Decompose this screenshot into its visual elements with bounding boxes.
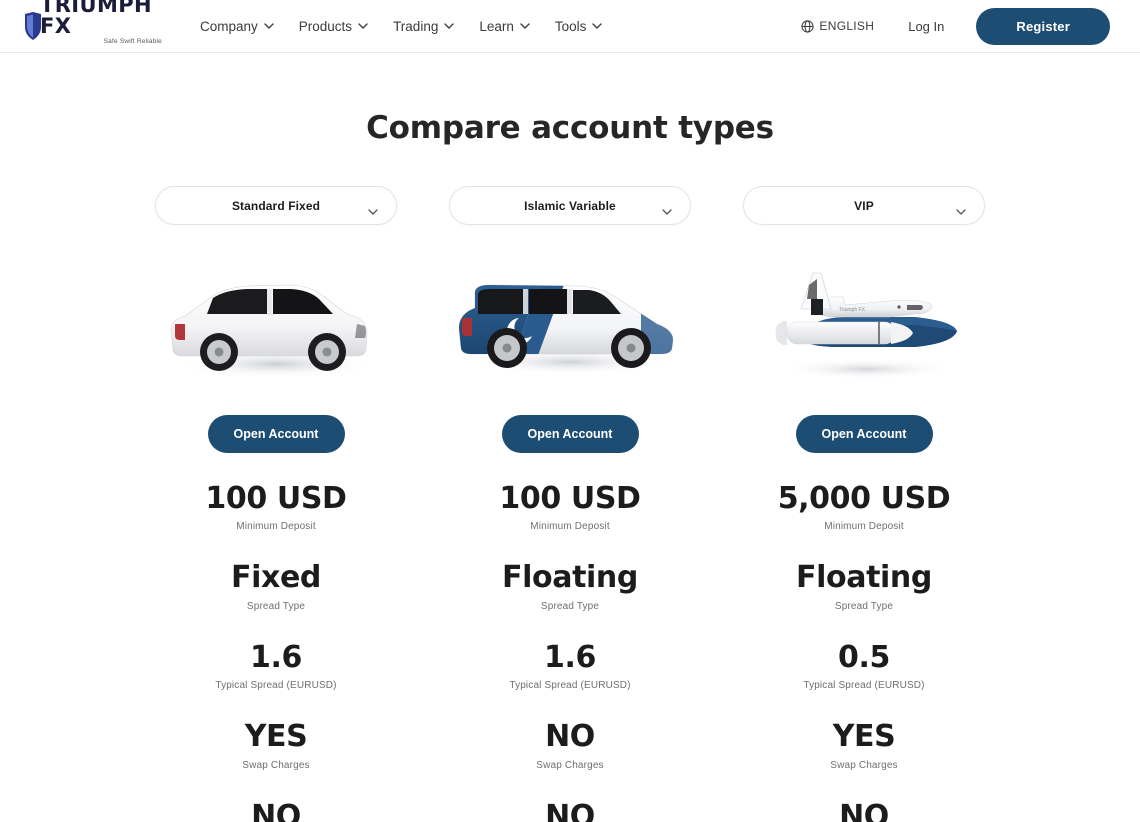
spec-value: 100 USD (205, 481, 347, 516)
spec-label: Spread Type (540, 600, 600, 612)
spec-label: Minimum Deposit (530, 521, 610, 533)
nav-label: Products (298, 18, 353, 34)
account-type-label: Standard Fixed (231, 198, 321, 213)
page-title: Compare account types (366, 110, 774, 146)
open-account-button-vip[interactable]: Open Account (795, 415, 933, 453)
spec-label: Minimum Deposit (236, 521, 316, 533)
account-type-select-vip[interactable]: VIP (743, 186, 985, 225)
account-type-select-islamic-variable[interactable]: Islamic Variable (449, 186, 691, 225)
spec-value: Floating (502, 560, 638, 596)
spec-swap-charges: NO Swap Charges (449, 719, 691, 771)
chevron-down-icon (662, 202, 672, 215)
main-nav: Company Products Trading Learn Tools (200, 18, 603, 34)
nav-item-trading[interactable]: Trading (393, 18, 455, 34)
spec-commission-charges: NO Commission Charges (155, 798, 397, 822)
spec-label: Swap Charges (242, 759, 310, 771)
spec-minimum-deposit: 100 USD Minimum Deposit (449, 481, 691, 533)
svg-text:Triumph FX: Triumph FX (839, 307, 866, 313)
spec-value: 1.6 (544, 639, 596, 675)
language-selector[interactable]: ENGLISH (801, 19, 874, 33)
nav-label: Tools (554, 18, 587, 34)
main-content: Compare account types Standard Fixed Ope… (0, 110, 1140, 822)
spec-value: Floating (796, 560, 932, 596)
spec-minimum-deposit: 100 USD Minimum Deposit (155, 481, 397, 533)
chevron-down-icon (956, 202, 966, 215)
language-label: ENGLISH (819, 19, 875, 33)
spec-value: NO (251, 798, 301, 822)
account-type-select-standard-fixed[interactable]: Standard Fixed (155, 186, 397, 225)
spec-label: Spread Type (834, 600, 894, 612)
spec-commission-charges: NO Commission Charges (449, 798, 691, 822)
chevron-down-icon (592, 23, 603, 29)
open-account-button-islamic-variable[interactable]: Open Account (501, 415, 639, 453)
spec-label: Spread Type (246, 600, 306, 612)
logo[interactable]: TRIUMPH FX Safe Swift Reliable (22, 0, 162, 45)
nav-item-company[interactable]: Company (200, 18, 274, 34)
chevron-down-icon (520, 23, 530, 29)
spec-value: 1.6 (250, 639, 302, 675)
spec-commission-charges: NO Commission Charges (743, 798, 985, 822)
spec-value: 5,000 USD (777, 481, 951, 516)
spec-value: NO (545, 719, 595, 755)
account-card-islamic-variable: Islamic Variable Open Account 100 USD Mi… (449, 186, 691, 822)
spec-typical-spread: 0.5 Typical Spread (EURUSD) (743, 639, 985, 692)
spec-typical-spread: 1.6 Typical Spread (EURUSD) (155, 639, 397, 692)
spec-value: YES (244, 719, 308, 755)
spec-value: 0.5 (838, 639, 890, 675)
vehicle-image-white-hatchback-car (146, 247, 406, 397)
specs-vip: 5,000 USD Minimum Deposit Floating Sprea… (743, 481, 985, 822)
spec-value: Fixed (231, 560, 321, 596)
logo-text: TRIUMPH FX (40, 0, 153, 38)
spec-spread-type: Floating Spread Type (449, 560, 691, 612)
spec-label: Minimum Deposit (824, 521, 904, 533)
logo-tagline: Safe Swift Reliable (103, 37, 162, 45)
header-actions: ENGLISH Log In Register (801, 7, 1140, 45)
spec-value: NO (839, 798, 889, 822)
nav-item-tools[interactable]: Tools (554, 18, 603, 34)
spec-value: 100 USD (499, 481, 641, 516)
nav-item-learn[interactable]: Learn (479, 18, 530, 34)
vehicle-image-space-shuttle: Triumph FX (734, 247, 994, 397)
chevron-down-icon (358, 23, 368, 29)
spec-label: Typical Spread (EURUSD) (509, 680, 631, 692)
chevron-down-icon (264, 23, 274, 29)
spec-spread-type: Fixed Spread Type (155, 560, 397, 612)
account-type-label: Islamic Variable (524, 198, 616, 213)
spec-value: NO (545, 798, 595, 822)
spec-swap-charges: YES Swap Charges (743, 719, 985, 771)
nav-label: Learn (479, 18, 514, 34)
account-type-label: VIP (854, 198, 874, 213)
shield-icon (25, 12, 41, 40)
chevron-down-icon (368, 202, 378, 215)
spec-typical-spread: 1.6 Typical Spread (EURUSD) (449, 639, 691, 692)
account-card-vip: VIP Triumph FX Open Account 5,000 USD Mi… (743, 186, 985, 822)
register-button[interactable]: Register (976, 7, 1110, 45)
login-link[interactable]: Log In (908, 19, 944, 34)
open-account-button-standard-fixed[interactable]: Open Account (207, 415, 345, 453)
spec-label: Swap Charges (830, 759, 898, 771)
specs-standard-fixed: 100 USD Minimum Deposit Fixed Spread Typ… (155, 481, 397, 822)
spec-value: YES (832, 719, 896, 755)
account-cards: Standard Fixed Open Account 100 USD Mini… (0, 186, 1140, 822)
globe-icon (801, 19, 815, 33)
specs-islamic-variable: 100 USD Minimum Deposit Floating Spread … (449, 481, 691, 822)
account-card-standard-fixed: Standard Fixed Open Account 100 USD Mini… (155, 186, 397, 822)
nav-label: Company (200, 18, 258, 34)
site-header: TRIUMPH FX Safe Swift Reliable Company P… (0, 0, 1140, 53)
spec-minimum-deposit: 5,000 USD Minimum Deposit (743, 481, 985, 533)
spec-swap-charges: YES Swap Charges (155, 719, 397, 771)
spec-label: Typical Spread (EURUSD) (215, 680, 337, 692)
chevron-down-icon (444, 23, 455, 29)
spec-label: Swap Charges (536, 759, 604, 771)
nav-label: Trading (393, 18, 439, 34)
spec-label: Typical Spread (EURUSD) (803, 680, 925, 692)
vehicle-image-blue-white-minivan (440, 247, 700, 397)
nav-item-products[interactable]: Products (298, 18, 368, 34)
spec-spread-type: Floating Spread Type (743, 560, 985, 612)
